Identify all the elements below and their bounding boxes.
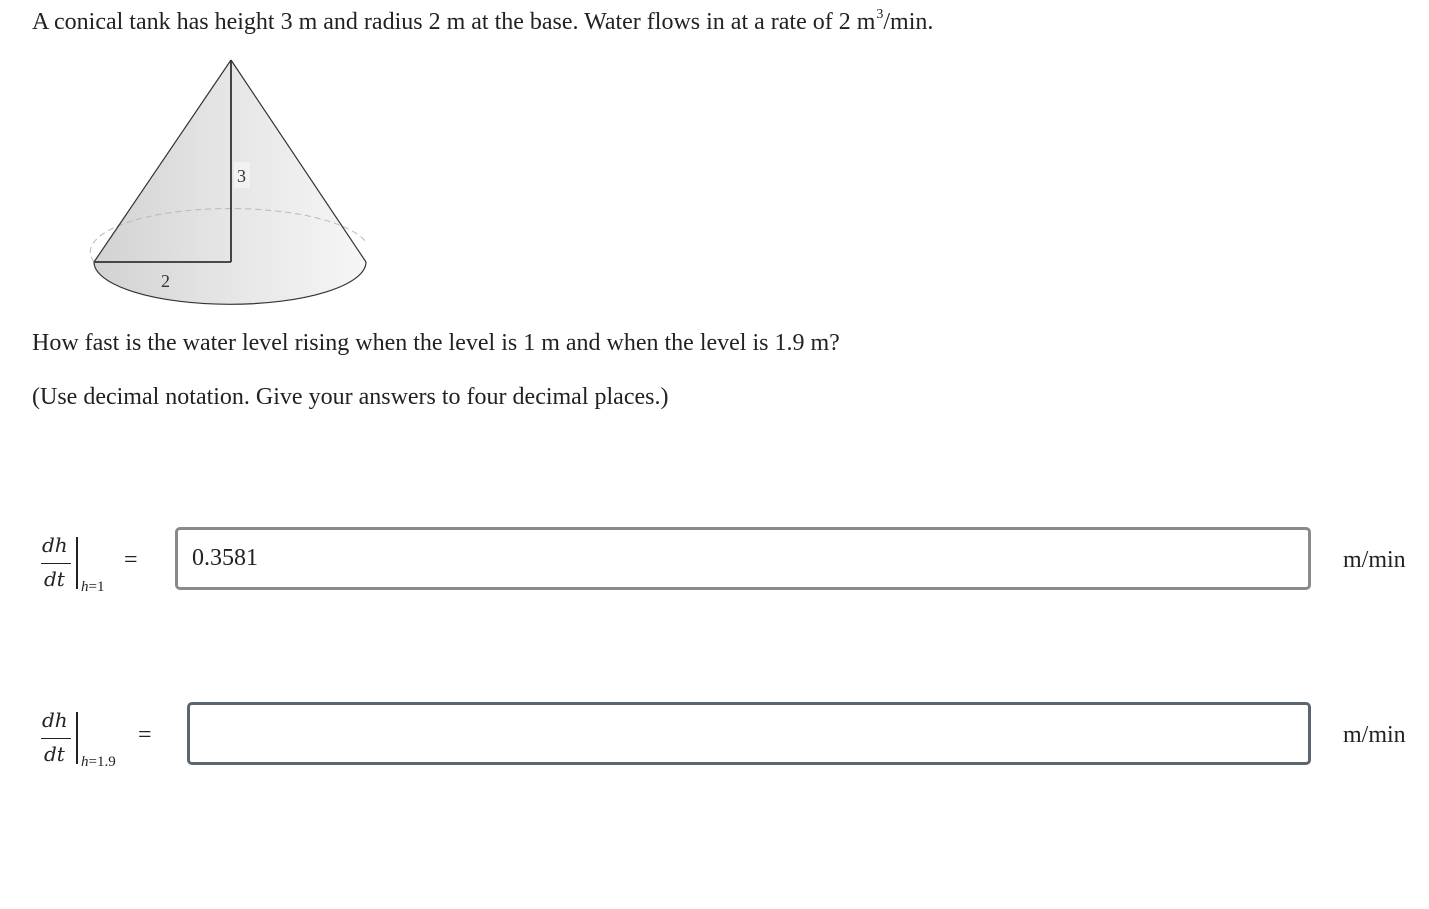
subscript-variable: h <box>81 579 89 595</box>
problem-statement-text: A conical tank has height 3 m and radius… <box>32 9 876 35</box>
evaluation-bar <box>76 712 78 764</box>
subscript-value: =1.9 <box>88 754 116 770</box>
derivative-denominator: dt <box>44 567 65 591</box>
answer-input-2[interactable] <box>187 702 1311 765</box>
derivative-expression: dh dt h=1.9 <box>38 700 138 770</box>
equals-sign: = <box>138 722 152 748</box>
evaluation-bar <box>76 537 78 589</box>
derivative-expression: dh dt h=1 <box>38 525 138 595</box>
unit-label: m/min <box>1343 722 1406 748</box>
answer-input-1[interactable] <box>175 527 1311 590</box>
problem-statement: A conical tank has height 3 m and radius… <box>32 7 933 41</box>
fraction-bar <box>41 563 71 564</box>
subscript-value: =1 <box>88 579 105 595</box>
cone-body <box>94 60 366 305</box>
fraction-bar <box>41 738 71 739</box>
derivative-numerator: dh <box>42 533 68 557</box>
subscript-variable: h <box>81 754 89 770</box>
evaluation-subscript: h=1 <box>81 579 104 596</box>
instruction-text: (Use decimal notation. Give your answers… <box>32 384 669 410</box>
problem-statement-suffix: /min. <box>883 9 934 35</box>
radius-label: 2 <box>161 271 170 291</box>
evaluation-subscript: h=1.9 <box>81 754 116 771</box>
answer-row-2: dh dt h=1.9 = m/min <box>0 700 1429 770</box>
cone-figure: 3 2 <box>89 59 367 305</box>
unit-exponent: 3 <box>876 7 884 22</box>
derivative-denominator: dt <box>44 742 65 766</box>
question-text: How fast is the water level rising when … <box>32 330 840 356</box>
unit-label: m/min <box>1343 547 1406 573</box>
height-label: 3 <box>237 166 246 186</box>
equals-sign: = <box>124 547 138 573</box>
derivative-numerator: dh <box>42 708 68 732</box>
answer-row-1: dh dt h=1 = m/min <box>0 525 1429 595</box>
